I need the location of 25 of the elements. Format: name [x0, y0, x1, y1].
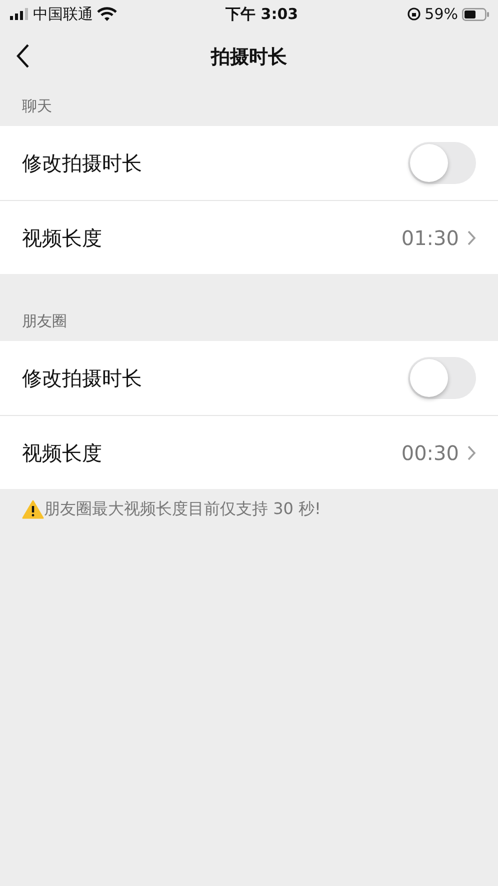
- carrier-name: 中国联通: [33, 4, 93, 25]
- back-button[interactable]: [16, 43, 30, 69]
- chevron-icon: [467, 444, 476, 460]
- setting-label: 视频长度: [22, 224, 103, 252]
- signal-icon: [10, 8, 29, 20]
- warning-icon: [22, 500, 44, 518]
- warning-text: 朋友圈最大视频长度目前仅支持 30 秒!: [44, 498, 321, 520]
- setting-label: 视频长度: [22, 440, 103, 466]
- setting-row[interactable]: 视频长度 00:30: [0, 415, 498, 489]
- rotation-lock-icon: [406, 7, 421, 21]
- section-header: 朋友圈: [21, 310, 68, 332]
- duration-value: 00:30: [401, 440, 459, 466]
- toggle-switch[interactable]: [408, 142, 476, 184]
- status-time: 下午 3:03: [226, 4, 298, 25]
- setting-label: 修改拍摄时长: [22, 150, 143, 177]
- section-header: 聊天: [21, 96, 53, 117]
- battery-percent: 59%: [424, 4, 458, 25]
- toggle-switch[interactable]: [408, 357, 476, 399]
- wifi-icon: [97, 7, 117, 21]
- page-title: 拍摄时长: [211, 44, 287, 70]
- setting-label: 修改拍摄时长: [22, 365, 143, 392]
- setting-row[interactable]: 视频长度 01:30: [0, 200, 498, 274]
- chevron-icon: [467, 230, 476, 246]
- duration-value: 01:30: [401, 224, 459, 252]
- battery-icon: [462, 8, 490, 20]
